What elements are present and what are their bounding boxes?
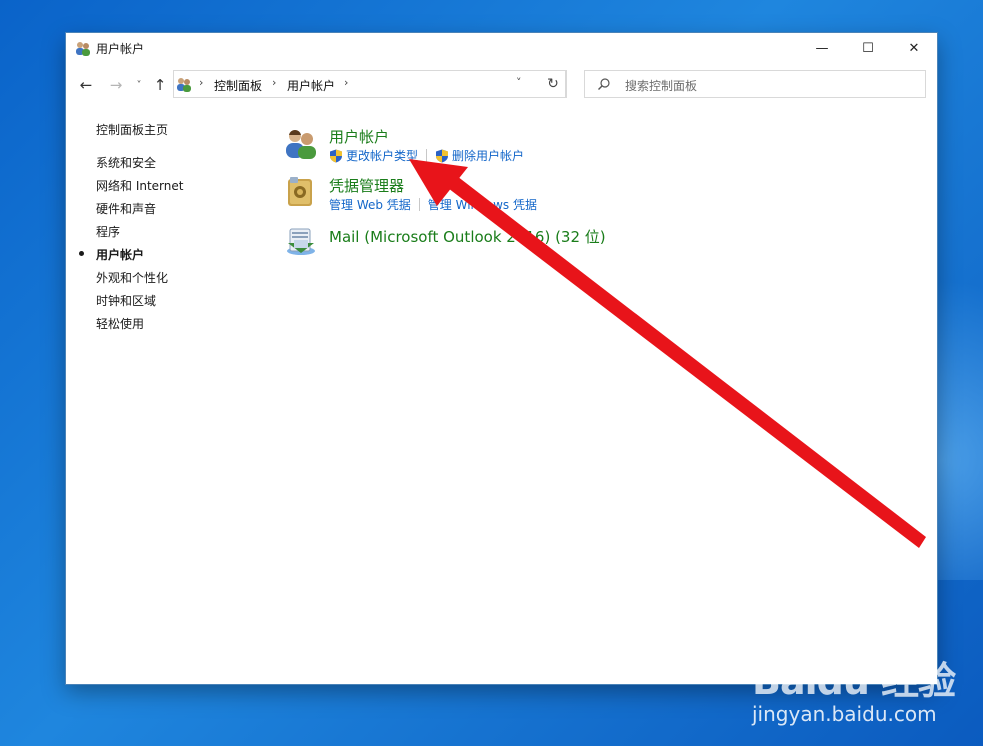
breadcrumb-separator-icon[interactable]: › <box>272 76 276 89</box>
sidebar-item-home[interactable]: 控制面板主页 <box>96 121 168 138</box>
search-placeholder: 搜索控制面板 <box>625 79 698 93</box>
close-button[interactable]: ✕ <box>891 33 937 63</box>
minimize-button[interactable]: — <box>799 33 845 63</box>
sidebar-item-hardware-sound[interactable]: 硬件和声音 <box>96 200 156 217</box>
manage-web-credentials-link[interactable]: 管理 Web 凭据 <box>329 196 411 213</box>
maximize-button[interactable]: ☐ <box>845 33 891 63</box>
link-divider <box>426 149 428 162</box>
chevron-down-icon: ˅ <box>136 79 142 91</box>
back-button[interactable]: ← <box>76 73 96 97</box>
sidebar-item-clock-region[interactable]: 时钟和区域 <box>96 292 156 309</box>
category-links-credential-manager: 管理 Web 凭据 管理 Windows 凭据 <box>329 196 537 213</box>
sidebar-item-appearance[interactable]: 外观和个性化 <box>96 269 168 286</box>
search-input[interactable]: 搜索控制面板 <box>584 70 926 98</box>
up-arrow-icon: ↑ <box>153 76 167 94</box>
watermark-url: jingyan.baidu.com <box>752 702 937 726</box>
control-panel-window: 用户帐户 — ☐ ✕ ← → ˅ ↑ › 控制面板 › 用户帐户 › ˅ ↻ 搜… <box>66 33 937 684</box>
users-icon <box>286 129 316 159</box>
forward-button[interactable]: → <box>106 73 126 97</box>
recent-locations-button[interactable]: ˅ <box>132 73 146 97</box>
breadcrumb-control-panel[interactable]: 控制面板 <box>214 77 262 94</box>
mail-icon <box>287 228 315 255</box>
search-icon <box>598 78 610 90</box>
baidu-jingyan-watermark-logo: Baidu 经验 <box>752 659 956 703</box>
navigation-bar: ← → ˅ ↑ › 控制面板 › 用户帐户 › ˅ ↻ 搜索控制面板 <box>66 68 937 102</box>
manage-windows-credentials-link[interactable]: 管理 Windows 凭据 <box>428 196 537 213</box>
sidebar-item-user-accounts[interactable]: 用户帐户 <box>96 246 144 263</box>
back-arrow-icon: ← <box>79 76 93 94</box>
users-icon <box>177 78 191 92</box>
current-item-bullet-icon <box>79 251 84 256</box>
category-title-credential-manager[interactable]: 凭据管理器 <box>329 175 404 196</box>
refresh-icon: ↻ <box>547 76 559 92</box>
breadcrumb-user-accounts[interactable]: 用户帐户 <box>287 77 335 94</box>
forward-arrow-icon: → <box>109 76 123 94</box>
breadcrumb-separator-icon: › <box>199 76 204 89</box>
users-icon <box>76 42 90 56</box>
uac-shield-icon <box>436 149 449 162</box>
credential-vault-icon <box>288 177 312 206</box>
category-title-user-accounts[interactable]: 用户帐户 <box>329 126 389 147</box>
address-bar[interactable]: › 控制面板 › 用户帐户 › ˅ <box>173 70 566 98</box>
sidebar-item-system-security[interactable]: 系统和安全 <box>96 154 156 171</box>
refresh-button[interactable]: ↻ <box>540 70 567 98</box>
close-icon: ✕ <box>908 40 920 56</box>
maximize-icon: ☐ <box>862 40 874 56</box>
minimize-icon: — <box>815 40 829 56</box>
category-title-mail[interactable]: Mail (Microsoft Outlook 2016) (32 位) <box>329 226 606 247</box>
sidebar-item-network[interactable]: 网络和 Internet <box>96 177 183 194</box>
breadcrumb-separator-icon[interactable]: › <box>344 76 348 89</box>
sidebar-item-ease-of-access[interactable]: 轻松使用 <box>96 315 144 332</box>
remove-user-account-link[interactable]: 删除用户帐户 <box>452 147 524 164</box>
uac-shield-icon <box>330 149 342 162</box>
change-account-type-link[interactable]: 更改帐户类型 <box>346 147 418 164</box>
link-divider <box>418 198 420 211</box>
category-links-user-accounts: 更改帐户类型 删除用户帐户 <box>329 147 524 164</box>
window-title: 用户帐户 <box>96 42 145 56</box>
chevron-down-icon[interactable]: ˅ <box>516 76 522 89</box>
title-bar: 用户帐户 — ☐ ✕ <box>66 33 937 63</box>
sidebar-item-programs[interactable]: 程序 <box>96 223 120 240</box>
up-button[interactable]: ↑ <box>150 73 170 97</box>
